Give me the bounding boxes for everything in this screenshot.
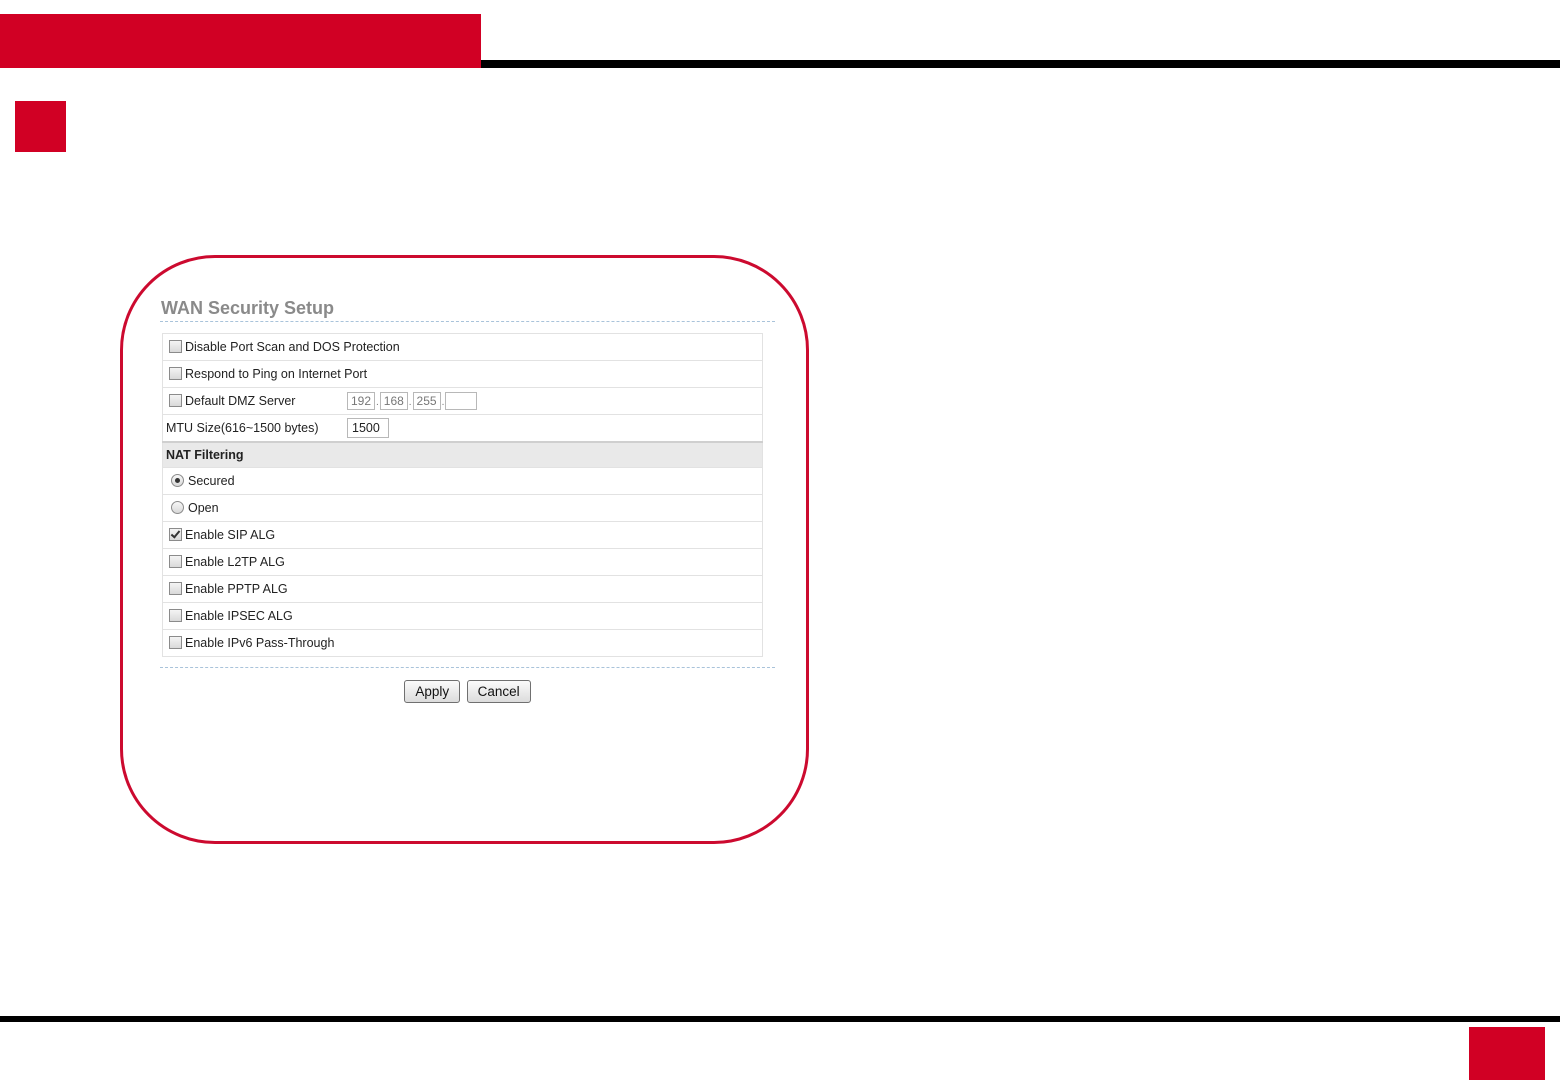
mtu-label: MTU Size(616~1500 bytes): [166, 421, 319, 435]
sip-alg-checkbox[interactable]: [169, 528, 182, 541]
header-red-banner: [0, 14, 481, 68]
dmz-ip-octet-1[interactable]: [347, 392, 375, 410]
row-disable-port-scan: Disable Port Scan and DOS Protection: [162, 333, 763, 361]
sip-alg-label: Enable SIP ALG: [185, 528, 276, 542]
pptp-alg-label: Enable PPTP ALG: [185, 582, 288, 596]
ipv6-passthrough-label: Enable IPv6 Pass-Through: [185, 636, 335, 650]
respond-ping-checkbox[interactable]: [169, 367, 182, 380]
row-mtu: MTU Size(616~1500 bytes): [162, 414, 763, 443]
ipv6-passthrough-checkbox[interactable]: [169, 636, 182, 649]
l2tp-alg-checkbox[interactable]: [169, 555, 182, 568]
settings-table: Disable Port Scan and DOS Protection Res…: [162, 333, 763, 657]
dmz-ip-octet-2[interactable]: [379, 392, 408, 410]
apply-button[interactable]: Apply: [404, 680, 461, 703]
ip-dot: .: [408, 397, 412, 408]
row-ipsec-alg: Enable IPSEC ALG: [162, 602, 763, 630]
nat-open-radio[interactable]: [171, 501, 184, 514]
footer-rule: [0, 1016, 1560, 1022]
nat-filtering-title: NAT Filtering: [166, 448, 244, 462]
l2tp-alg-label: Enable L2TP ALG: [185, 555, 285, 569]
default-dmz-label: Default DMZ Server: [185, 394, 296, 408]
disable-port-scan-checkbox[interactable]: [169, 340, 182, 353]
cancel-button[interactable]: Cancel: [466, 680, 531, 703]
ipsec-alg-checkbox[interactable]: [169, 609, 182, 622]
disable-port-scan-label: Disable Port Scan and DOS Protection: [185, 340, 400, 354]
dmz-ip-octet-4[interactable]: [445, 392, 478, 410]
row-sip-alg: Enable SIP ALG: [162, 521, 763, 549]
row-default-dmz: Default DMZ Server ...: [162, 387, 763, 415]
nat-filtering-header: NAT Filtering: [162, 441, 763, 468]
nat-open-label: Open: [188, 501, 219, 515]
panel-title: WAN Security Setup: [160, 295, 775, 322]
header-rule: [481, 60, 1560, 68]
respond-ping-label: Respond to Ping on Internet Port: [185, 367, 368, 381]
nat-secured-label: Secured: [188, 474, 235, 488]
nat-secured-radio[interactable]: [171, 474, 184, 487]
row-nat-open: Open: [162, 494, 763, 522]
panel-divider: [160, 667, 775, 668]
row-nat-secured: Secured: [162, 467, 763, 495]
section-marker: [15, 101, 66, 152]
ip-dot: .: [441, 397, 445, 408]
row-respond-ping: Respond to Ping on Internet Port: [162, 360, 763, 388]
button-bar: Apply Cancel: [160, 680, 775, 703]
row-pptp-alg: Enable PPTP ALG: [162, 575, 763, 603]
ipsec-alg-label: Enable IPSEC ALG: [185, 609, 293, 623]
dmz-ip-octet-3[interactable]: [412, 392, 441, 410]
default-dmz-checkbox[interactable]: [169, 394, 182, 407]
row-ipv6-passthrough: Enable IPv6 Pass-Through: [162, 629, 763, 657]
mtu-input[interactable]: [347, 418, 389, 438]
wan-security-panel: WAN Security Setup Disable Port Scan and…: [160, 295, 775, 703]
page-marker: [1469, 1027, 1545, 1080]
ip-dot: .: [376, 397, 379, 408]
pptp-alg-checkbox[interactable]: [169, 582, 182, 595]
row-l2tp-alg: Enable L2TP ALG: [162, 548, 763, 576]
